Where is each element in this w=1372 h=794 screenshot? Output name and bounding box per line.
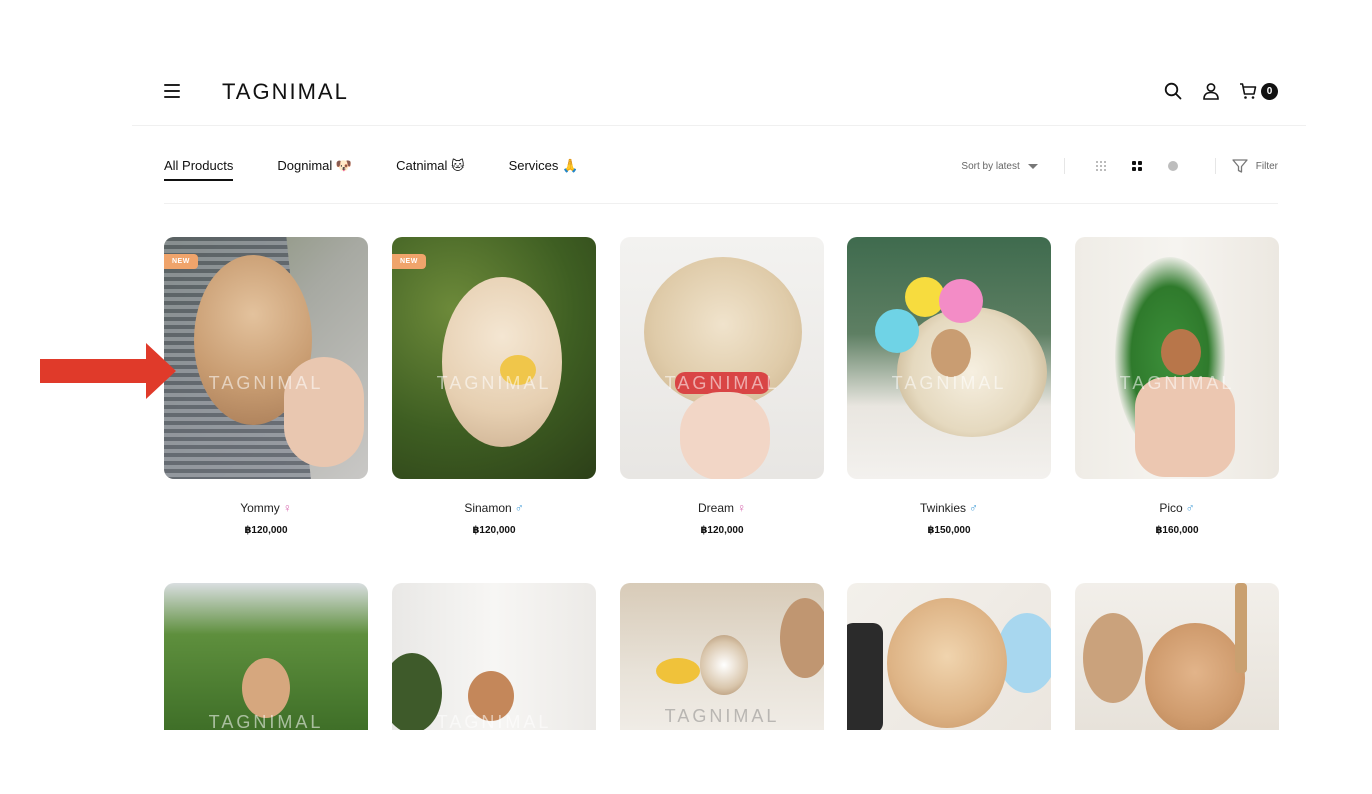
divider xyxy=(1063,158,1065,174)
list-view-icon[interactable] xyxy=(1166,159,1180,173)
product-price: ฿160,000 xyxy=(1155,525,1199,536)
tab-services[interactable]: Services 🙏 xyxy=(509,158,579,181)
header-actions: 0 xyxy=(1163,80,1278,102)
female-icon: ♀ xyxy=(282,501,292,515)
product-card[interactable] xyxy=(847,583,1051,730)
watermark: TAGNIMAL xyxy=(436,372,552,393)
menu-icon[interactable] xyxy=(164,84,180,98)
product-image[interactable]: TAGNIMAL xyxy=(620,237,824,479)
site-header: TAGNIMAL 0 xyxy=(132,60,1306,126)
tab-dognimal[interactable]: Dognimal 🐶 xyxy=(277,158,352,181)
watermark: TAGNIMAL xyxy=(664,706,780,727)
grid-small-icon[interactable] xyxy=(1094,159,1108,173)
product-card[interactable]: TAGNIMAL Pico ♂ ฿160,000 xyxy=(1075,237,1279,536)
watermark: TAGNIMAL xyxy=(1119,372,1235,393)
tab-all-products[interactable]: All Products xyxy=(164,158,234,181)
logo[interactable]: TAGNIMAL xyxy=(222,79,349,105)
product-image[interactable] xyxy=(847,583,1051,730)
product-card[interactable]: TAGNIMAL xyxy=(164,583,368,730)
male-icon: ♂ xyxy=(514,501,524,515)
female-icon: ♀ xyxy=(737,501,746,515)
product-price: ฿120,000 xyxy=(472,525,516,536)
arrow-right-icon xyxy=(40,343,176,399)
product-card[interactable]: TAGNIMAL Dream ♀ ฿120,000 xyxy=(620,237,824,536)
watermark: TAGNIMAL xyxy=(664,372,780,393)
user-icon[interactable] xyxy=(1201,80,1221,102)
product-card[interactable]: TAGNIMAL xyxy=(620,583,824,730)
product-card[interactable]: TAGNIMAL NEW Sinamon ♂ ฿120,000 xyxy=(392,237,596,536)
male-icon: ♂ xyxy=(1185,501,1195,515)
new-badge: NEW xyxy=(164,254,198,269)
product-card[interactable]: TAGNIMAL NEW Yommy ♀ ฿120,000 xyxy=(164,237,368,536)
watermark: TAGNIMAL xyxy=(208,372,324,393)
product-image[interactable]: TAGNIMAL xyxy=(620,583,824,730)
new-badge: NEW xyxy=(392,254,426,269)
sort-label: Sort by latest xyxy=(961,160,1020,172)
category-tabs: All Products Dognimal 🐶 Catnimal 🐱 Servi… xyxy=(164,158,578,181)
product-price: ฿150,000 xyxy=(927,525,971,536)
cart-count-badge: 0 xyxy=(1261,82,1278,100)
divider xyxy=(1214,158,1216,174)
product-name[interactable]: Yommy ♀ xyxy=(164,501,368,515)
filter-label: Filter xyxy=(1255,160,1278,172)
search-icon[interactable] xyxy=(1163,80,1183,102)
product-name[interactable]: Twinkies ♂ xyxy=(847,501,1051,515)
sort-dropdown[interactable]: Sort by latest xyxy=(961,160,1038,172)
category-bar: All Products Dognimal 🐶 Catnimal 🐱 Servi… xyxy=(164,150,1278,204)
watermark: TAGNIMAL xyxy=(208,712,324,730)
cart-icon xyxy=(1240,83,1257,99)
product-image[interactable]: TAGNIMAL xyxy=(1075,237,1279,479)
product-image[interactable]: TAGNIMAL NEW xyxy=(392,237,596,479)
product-image[interactable]: TAGNIMAL xyxy=(164,583,368,730)
product-image[interactable]: TAGNIMAL NEW xyxy=(164,237,368,479)
tab-catnimal[interactable]: Catnimal 🐱 xyxy=(396,158,464,181)
product-card[interactable]: TAGNIMAL xyxy=(392,583,596,730)
product-price: ฿120,000 xyxy=(700,525,744,536)
filter-button[interactable]: Filter xyxy=(1232,159,1278,173)
product-card[interactable]: TAGNIMAL Twinkies ♂ ฿150,000 xyxy=(847,237,1051,536)
chevron-down-icon xyxy=(1027,163,1038,169)
cart-button[interactable]: 0 xyxy=(1239,82,1278,100)
product-card[interactable] xyxy=(1075,583,1279,730)
product-price: ฿120,000 xyxy=(244,525,288,536)
product-name[interactable]: Pico ♂ xyxy=(1075,501,1279,515)
listing-tools: Sort by latest Filter xyxy=(961,158,1278,174)
product-image[interactable]: TAGNIMAL xyxy=(392,583,596,730)
filter-icon xyxy=(1232,159,1248,173)
watermark: TAGNIMAL xyxy=(891,372,1007,393)
product-image[interactable] xyxy=(1075,583,1279,730)
watermark: TAGNIMAL xyxy=(436,712,552,730)
product-name[interactable]: Sinamon ♂ xyxy=(392,501,596,515)
product-name[interactable]: Dream ♀ xyxy=(620,501,824,515)
product-image[interactable]: TAGNIMAL xyxy=(847,237,1051,479)
male-icon: ♂ xyxy=(969,501,978,515)
grid-large-icon[interactable] xyxy=(1130,159,1144,173)
